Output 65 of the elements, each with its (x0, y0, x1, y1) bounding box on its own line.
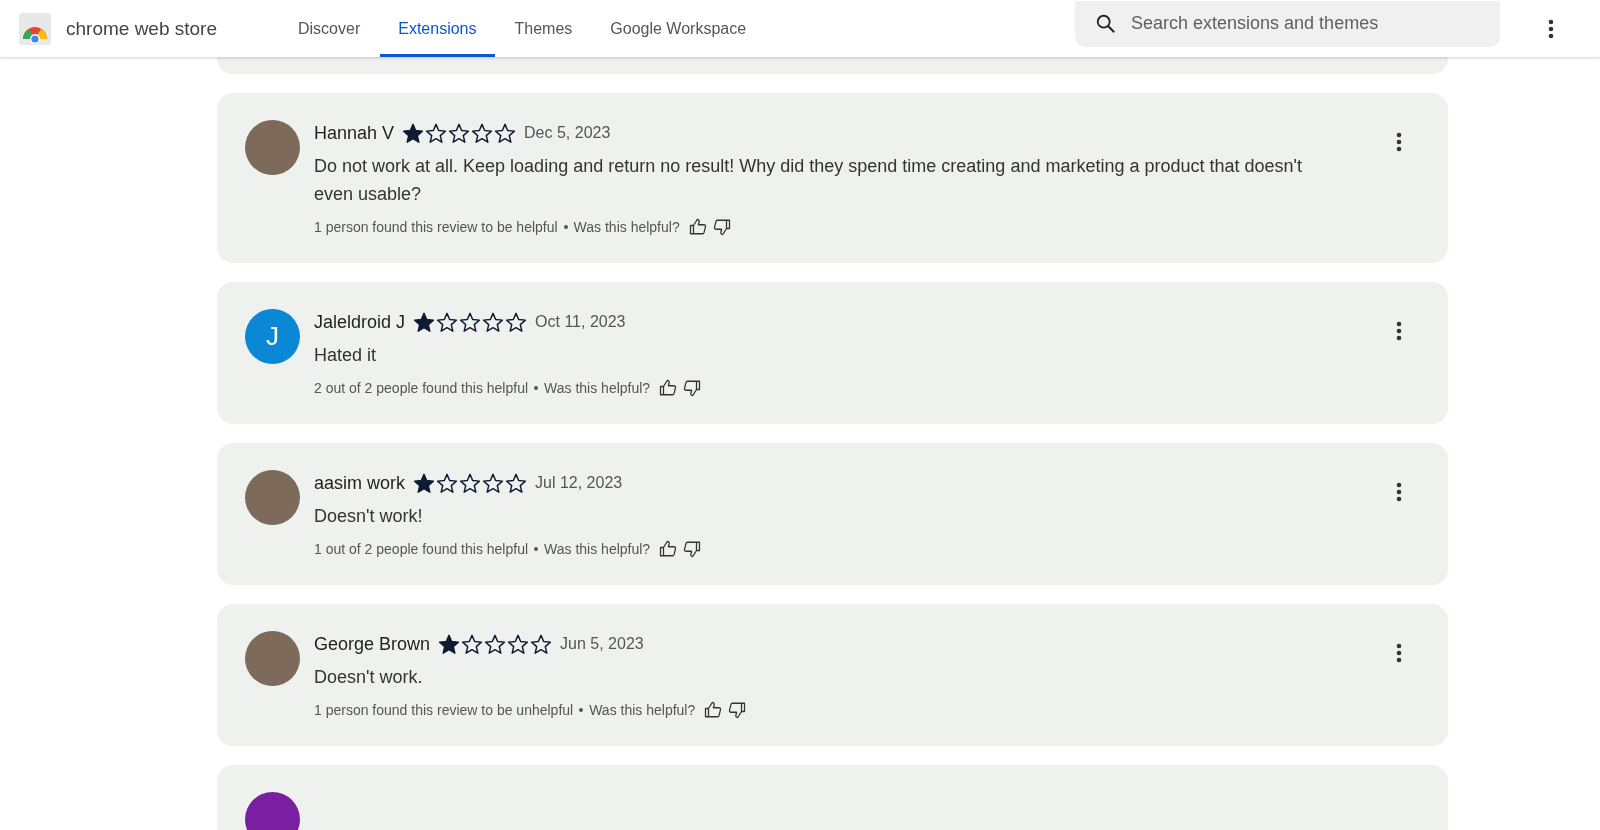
filled-star-icon (402, 122, 425, 144)
empty-star-icon (507, 633, 530, 655)
helpful-count: 2 out of 2 people found this helpful (314, 380, 529, 396)
review-date: Oct 11, 2023 (535, 313, 626, 331)
empty-star-icon (505, 311, 528, 333)
thumbs-down-icon[interactable] (683, 540, 702, 558)
review-date: Jun 5, 2023 (560, 635, 644, 653)
reviewer-name: Jaleldroid J (314, 311, 406, 333)
helpful-count: 1 out of 2 people found this helpful (314, 541, 529, 557)
separator-dot (534, 547, 539, 551)
nav-tab[interactable]: Themes (496, 0, 591, 57)
empty-star-icon (459, 472, 482, 494)
empty-star-icon (505, 472, 528, 494)
thumbs-down-icon[interactable] (683, 379, 702, 397)
review-text: Doesn't work. (314, 666, 424, 689)
more-options-icon[interactable] (1396, 132, 1402, 152)
empty-star-icon (530, 633, 553, 655)
helpful-prompt: Was this helpful? (544, 380, 651, 396)
empty-star-icon (459, 311, 482, 333)
user-avatar: J (245, 309, 300, 364)
search-field[interactable]: Search extensions and themes (1129, 12, 1480, 35)
nav-tab[interactable]: Discover (280, 0, 379, 57)
filled-star-icon (413, 472, 436, 494)
empty-star-icon (484, 633, 507, 655)
review-date: Jul 12, 2023 (535, 474, 623, 492)
review-text: Do not work at all. Keep loading and return no result! Why did they spend time creating and marketing a product that doesn't even usable? (314, 155, 1303, 206)
separator-dot (534, 386, 539, 390)
empty-star-icon (471, 122, 494, 144)
helpful-prompt: Was this helpful? (589, 702, 696, 718)
reviewer-name: Hannah V (314, 122, 395, 144)
store-name[interactable]: chrome web store (66, 17, 217, 40)
helpful-count: 1 person found this review to be helpful (314, 219, 558, 235)
thumbs-up-icon[interactable] (659, 540, 678, 558)
avatar-photo-placeholder (245, 470, 300, 525)
filled-star-icon (438, 633, 461, 655)
avatar-photo-placeholder (245, 631, 300, 686)
separator-dot (563, 225, 568, 229)
empty-star-icon (494, 122, 517, 144)
nav-tab[interactable]: Google Workspace (592, 0, 765, 57)
review-date: Dec 5, 2023 (524, 124, 611, 142)
thumbs-down-icon[interactable] (712, 218, 731, 236)
empty-star-icon (482, 472, 505, 494)
empty-star-icon (448, 122, 471, 144)
reviewer-name: aasim work (314, 472, 406, 494)
helpful-prompt: Was this helpful? (544, 541, 651, 557)
thumbs-up-icon[interactable] (688, 218, 707, 236)
more-options-icon[interactable] (1548, 18, 1554, 39)
thumbs-down-icon[interactable] (728, 701, 747, 719)
reviewer-name: George Brown (314, 633, 431, 655)
more-options-icon[interactable] (1396, 482, 1402, 502)
thumbs-up-icon[interactable] (704, 701, 723, 719)
review-text: Hated it (314, 344, 378, 367)
filled-star-icon (413, 311, 436, 333)
more-options-icon[interactable] (1396, 321, 1402, 341)
avatar-photo-placeholder (245, 120, 300, 175)
thumbs-up-icon[interactable] (659, 379, 678, 397)
empty-star-icon (482, 311, 505, 333)
store-logo-icon[interactable] (18, 11, 52, 46)
helpful-count: 1 person found this review to be unhelpful (314, 702, 574, 718)
more-options-icon[interactable] (1396, 643, 1402, 663)
helpful-prompt: Was this helpful? (573, 219, 680, 235)
separator-dot (579, 708, 584, 712)
search-icon (1095, 12, 1117, 35)
review-text: Doesn't work! (314, 505, 424, 528)
search-bar[interactable]: Search extensions and themes (1075, 0, 1500, 47)
